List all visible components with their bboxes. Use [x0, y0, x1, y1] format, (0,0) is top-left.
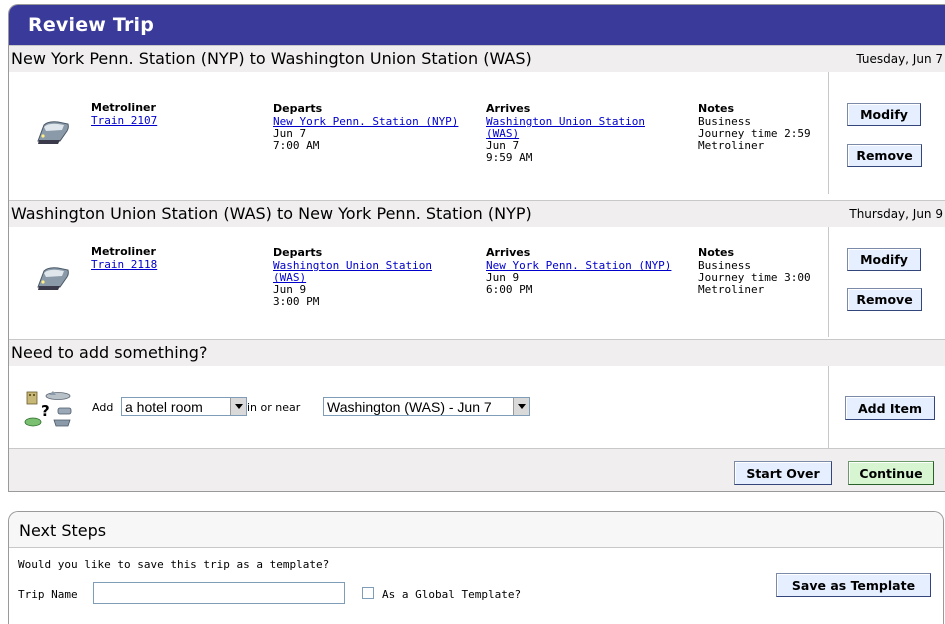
- trip-name-input[interactable]: [93, 582, 345, 604]
- column-divider: [828, 227, 829, 337]
- carrier-column: Metroliner Train 2118: [91, 246, 251, 271]
- item-type-value: a hotel room: [125, 399, 203, 415]
- arrives-label: Arrives: [486, 102, 531, 115]
- notes-label: Notes: [698, 246, 735, 259]
- segment-body-outbound: Metroliner Train 2107 Departs New York P…: [9, 72, 945, 194]
- add-something-header: Need to add something?: [9, 339, 945, 367]
- arrives-label: Arrives: [486, 246, 531, 259]
- remove-button[interactable]: Remove: [847, 144, 922, 167]
- review-trip-panel: Review Trip New York Penn. Station (NYP)…: [8, 4, 945, 492]
- add-something-heading: Need to add something?: [11, 343, 208, 362]
- add-item-row: ? Add a hotel room in or near Washington…: [9, 366, 945, 448]
- trip-name-label: Trip Name: [18, 588, 78, 601]
- chevron-down-icon[interactable]: [230, 398, 246, 415]
- modify-button[interactable]: Modify: [847, 103, 921, 126]
- arrives-time: 9:59 AM: [486, 151, 533, 164]
- segment-body-return: Metroliner Train 2118 Departs Washington…: [9, 227, 945, 337]
- modify-button[interactable]: Modify: [847, 248, 921, 271]
- arrives-column: Arrives New York Penn. Station (NYP) Jun…: [486, 247, 696, 296]
- train-link[interactable]: Train 2107: [91, 114, 157, 127]
- segment-route: New York Penn. Station (NYP) to Washingt…: [11, 49, 532, 68]
- add-label: Add: [92, 401, 114, 414]
- review-trip-title: Review Trip: [9, 5, 945, 45]
- save-as-template-button[interactable]: Save as Template: [776, 573, 931, 597]
- carrier-column: Metroliner Train 2107: [91, 102, 251, 127]
- location-value: Washington (WAS) - Jun 7: [327, 399, 492, 415]
- add-item-button[interactable]: Add Item: [845, 396, 935, 420]
- departs-column: Departs Washington Union Station (WAS) J…: [273, 247, 483, 308]
- notes-column: Notes Business Journey time 3:00 Metroli…: [698, 247, 828, 296]
- start-over-button[interactable]: Start Over: [734, 461, 832, 485]
- train-icon: [37, 267, 69, 290]
- next-steps-panel: Next Steps Would you like to save this t…: [8, 511, 944, 624]
- travel-options-icon: ?: [24, 391, 72, 427]
- review-footer: Start Over Continue: [9, 448, 945, 491]
- notes-label: Notes: [698, 102, 735, 115]
- continue-button[interactable]: Continue: [848, 461, 934, 485]
- segment-route: Washington Union Station (WAS) to New Yo…: [11, 204, 532, 223]
- next-steps-header: Next Steps: [9, 512, 943, 548]
- save-template-question: Would you like to save this trip as a te…: [18, 558, 330, 571]
- notes-type: Metroliner: [698, 283, 765, 296]
- item-type-select[interactable]: a hotel room: [121, 397, 247, 416]
- train-icon: [37, 121, 69, 144]
- column-divider: [828, 72, 829, 194]
- carrier-name: Metroliner: [91, 245, 156, 258]
- departs-label: Departs: [273, 102, 323, 115]
- location-select[interactable]: Washington (WAS) - Jun 7: [323, 397, 530, 416]
- next-steps-title: Next Steps: [19, 521, 107, 540]
- remove-button[interactable]: Remove: [847, 288, 922, 311]
- segment-date: Tuesday, Jun 7: [856, 52, 943, 66]
- global-template-checkbox[interactable]: [362, 587, 374, 599]
- departs-time: 7:00 AM: [273, 139, 320, 152]
- in-or-near-label: in or near: [247, 401, 301, 414]
- column-divider: [828, 366, 829, 448]
- notes-type: Metroliner: [698, 139, 765, 152]
- segment-date: Thursday, Jun 9: [849, 207, 943, 221]
- svg-text:?: ?: [41, 402, 50, 420]
- notes-column: Notes Business Journey time 2:59 Metroli…: [698, 103, 828, 152]
- departs-label: Departs: [273, 246, 323, 259]
- segment-header-outbound: New York Penn. Station (NYP) to Washingt…: [9, 45, 945, 73]
- segment-header-return: Washington Union Station (WAS) to New Yo…: [9, 200, 945, 228]
- carrier-name: Metroliner: [91, 101, 156, 114]
- train-link[interactable]: Train 2118: [91, 258, 157, 271]
- departs-column: Departs New York Penn. Station (NYP) Jun…: [273, 103, 483, 152]
- arrives-column: Arrives Washington Union Station (WAS) J…: [486, 103, 686, 164]
- departs-time: 3:00 PM: [273, 295, 320, 308]
- chevron-down-icon[interactable]: [513, 398, 529, 415]
- global-template-label: As a Global Template?: [382, 588, 522, 601]
- arrives-time: 6:00 PM: [486, 283, 533, 296]
